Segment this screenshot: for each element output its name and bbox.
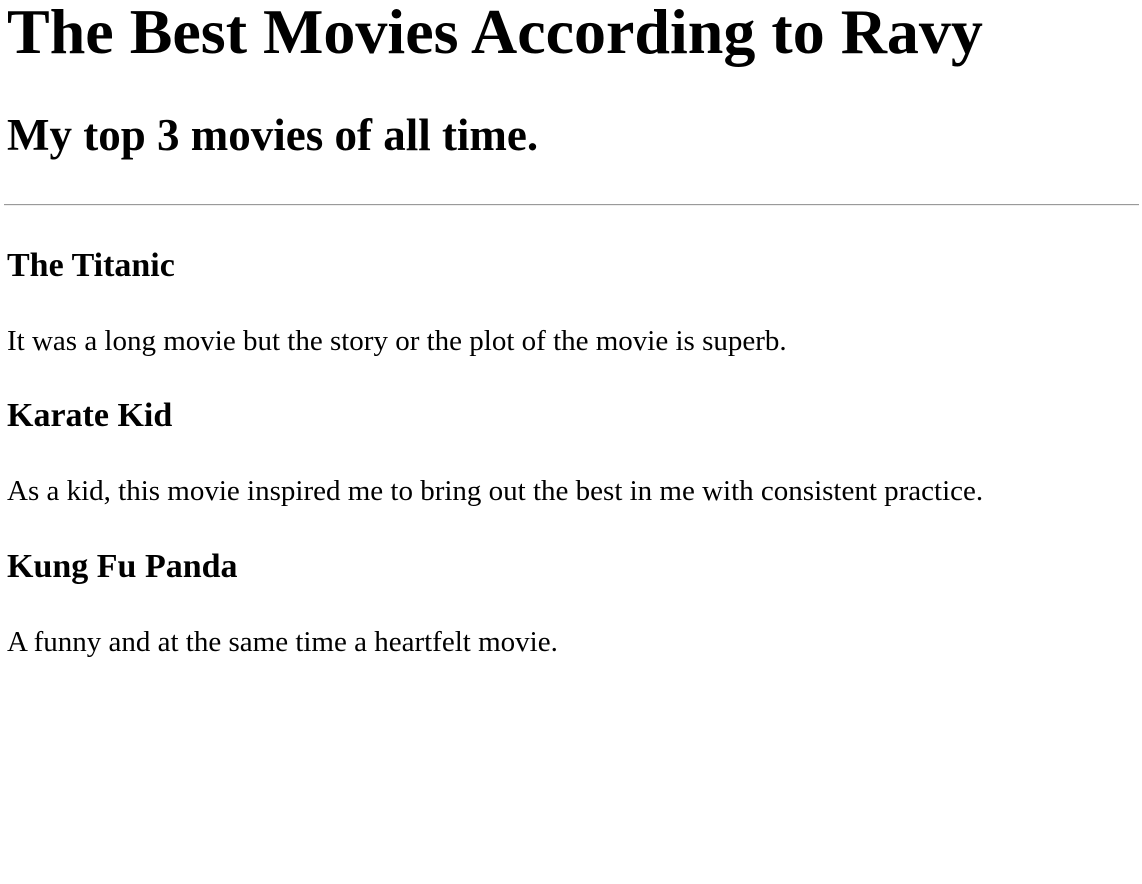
- movie-description: It was a long movie but the story or the…: [7, 325, 787, 357]
- movie-title: The Titanic: [7, 247, 175, 284]
- divider: [4, 204, 1139, 206]
- page-content: The Best Movies According to Ravy My top…: [0, 0, 1142, 659]
- movie-title: Karate Kid: [7, 397, 173, 434]
- page-subtitle: My top 3 movies of all time.: [7, 110, 539, 160]
- movie-description: A funny and at the same time a heartfelt…: [7, 626, 558, 658]
- movie-title: Kung Fu Panda: [7, 548, 238, 585]
- movie-description: As a kid, this movie inspired me to brin…: [7, 475, 984, 507]
- movie-entry: Kung Fu Panda A funny and at the same ti…: [7, 547, 1135, 659]
- page-title: The Best Movies According to Ravy: [7, 0, 983, 67]
- movie-entry: The Titanic It was a long movie but the …: [7, 246, 1135, 358]
- movie-entry: Karate Kid As a kid, this movie inspired…: [7, 396, 1135, 508]
